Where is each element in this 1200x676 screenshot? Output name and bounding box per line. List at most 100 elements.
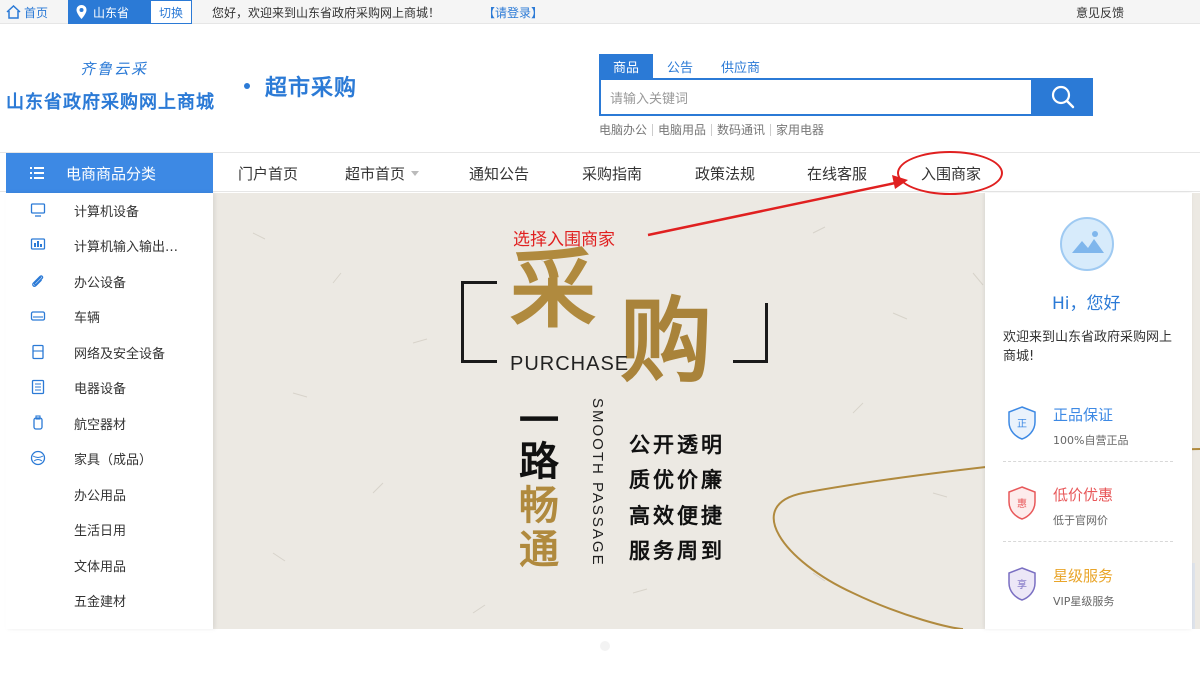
category-label: 网络及安全设备 bbox=[74, 347, 166, 362]
category-label: 家具（成品） bbox=[74, 453, 153, 468]
search-button[interactable] bbox=[1033, 78, 1093, 116]
divider bbox=[1003, 541, 1173, 542]
server-icon bbox=[32, 344, 44, 360]
hot-word[interactable]: 数码通讯 bbox=[712, 124, 772, 136]
nav-market-home[interactable]: 超市首页 bbox=[345, 163, 420, 184]
category-header[interactable]: 电商商品分类 bbox=[6, 153, 213, 193]
category-label: 办公用品 bbox=[74, 489, 127, 504]
category-item[interactable]: 办公用品 bbox=[6, 477, 213, 512]
bracket-right-bottom bbox=[733, 360, 768, 363]
logo-slogan: 齐鲁云采 bbox=[80, 60, 149, 78]
annotation-label: 选择入围商家 bbox=[513, 230, 615, 250]
category-item[interactable]: 文体用品 bbox=[6, 548, 213, 583]
category-item[interactable]: 计算机输入输出… bbox=[6, 228, 213, 263]
search-input[interactable]: 请输入关键词 bbox=[599, 78, 1033, 116]
feature-title: 正品保证 bbox=[1053, 406, 1114, 424]
category-label: 文体用品 bbox=[74, 560, 127, 575]
mountain-icon bbox=[1072, 231, 1104, 253]
home-label: 首页 bbox=[24, 5, 49, 20]
category-item[interactable]: 家具（成品） bbox=[6, 441, 213, 476]
welcome-card: Hi，您好 欢迎来到山东省政府采购网上商城! 正 正品保证 100%自营正品 惠… bbox=[985, 193, 1192, 629]
feature-low-price: 惠 低价优惠 低于官网价 bbox=[1003, 476, 1173, 546]
feature-title: 星级服务 bbox=[1053, 567, 1114, 585]
nav-notices[interactable]: 通知公告 bbox=[469, 163, 529, 184]
bracket-right bbox=[765, 303, 768, 363]
category-item[interactable]: 车辆 bbox=[6, 299, 213, 334]
feature-genuine: 正 正品保证 100%自营正品 bbox=[1003, 396, 1173, 466]
category-label: 计算机设备 bbox=[74, 205, 140, 220]
category-item[interactable]: 生活日用 bbox=[6, 512, 213, 547]
switch-region-button[interactable]: 切换 bbox=[150, 0, 192, 24]
furniture-icon bbox=[30, 450, 46, 466]
bracket-left-bottom bbox=[461, 360, 497, 363]
category-header-label: 电商商品分类 bbox=[66, 164, 157, 183]
appliance-icon bbox=[31, 379, 45, 395]
nav-policy[interactable]: 政策法规 bbox=[695, 163, 755, 184]
nav-market-home-label: 超市首页 bbox=[345, 165, 406, 183]
shield-icon: 正 bbox=[1008, 406, 1036, 440]
svg-text:享: 享 bbox=[1017, 578, 1027, 591]
hot-word[interactable]: 电脑用品 bbox=[653, 124, 713, 136]
banner-char-gou: 购 bbox=[620, 287, 713, 395]
feature-star-service: 享 星级服务 VIP星级服务 bbox=[1003, 557, 1173, 627]
annotation-highlight bbox=[897, 151, 1003, 195]
avatar bbox=[1060, 217, 1114, 271]
nav-portal-home[interactable]: 门户首页 bbox=[238, 163, 298, 184]
hot-word[interactable]: 家用电器 bbox=[771, 124, 829, 136]
list-icon bbox=[30, 167, 44, 179]
nav-guide[interactable]: 采购指南 bbox=[582, 163, 642, 184]
paperclip-icon bbox=[32, 275, 44, 287]
search-tab-supplier[interactable]: 供应商 bbox=[707, 54, 774, 78]
category-item[interactable]: 办公设备 bbox=[6, 264, 213, 299]
hot-words: 电脑办公 电脑用品 数码通讯 家用电器 bbox=[599, 124, 829, 136]
divider bbox=[1003, 461, 1173, 462]
search-icon bbox=[1051, 85, 1075, 109]
feature-sub: 100%自营正品 bbox=[1053, 434, 1129, 447]
feature-sub: 低于官网价 bbox=[1053, 514, 1108, 527]
hot-word[interactable]: 电脑办公 bbox=[599, 124, 654, 136]
logo-sub-title: 超市采购 bbox=[265, 75, 358, 101]
carousel-indicator[interactable] bbox=[600, 641, 610, 651]
location-pin-icon bbox=[76, 5, 87, 19]
greeting: Hi，您好 bbox=[1052, 294, 1121, 314]
svg-text:惠: 惠 bbox=[1017, 497, 1027, 510]
category-label: 车辆 bbox=[74, 311, 101, 326]
nav-online-service[interactable]: 在线客服 bbox=[807, 163, 867, 184]
category-label: 办公设备 bbox=[74, 276, 127, 291]
home-icon bbox=[6, 5, 21, 19]
logo-site-name[interactable]: 山东省政府采购网上商城 bbox=[6, 88, 215, 114]
home-link[interactable]: 首页 bbox=[6, 3, 48, 21]
banner-slogan: 服务周到 bbox=[629, 539, 725, 563]
category-menu: 计算机设备 计算机输入输出… 办公设备 车辆 网络及安全设备 电器设备 航空器材… bbox=[6, 193, 213, 629]
login-link[interactable]: 【请登录】 bbox=[483, 4, 543, 21]
search-tabs: 商品 公告 供应商 bbox=[599, 54, 774, 78]
category-label: 电器设备 bbox=[74, 382, 127, 397]
banner-slogan: 公开透明 bbox=[629, 433, 725, 457]
category-item[interactable]: 电器设备 bbox=[6, 370, 213, 405]
category-item[interactable]: 计算机设备 bbox=[6, 193, 213, 228]
feature-sub: VIP星级服务 bbox=[1053, 595, 1115, 608]
shield-icon: 享 bbox=[1008, 567, 1036, 601]
feedback-link[interactable]: 意见反馈 bbox=[1076, 4, 1124, 21]
shield-icon: 惠 bbox=[1008, 486, 1036, 520]
region-display: 山东省 bbox=[68, 0, 150, 24]
category-label: 计算机输入输出… bbox=[74, 240, 179, 255]
search-tab-goods[interactable]: 商品 bbox=[599, 54, 654, 78]
monitor-icon bbox=[30, 203, 46, 217]
banner-slogan: 高效便捷 bbox=[629, 504, 725, 528]
category-label: 航空器材 bbox=[74, 418, 127, 433]
banner-slogan: 质优价廉 bbox=[629, 468, 725, 492]
category-item[interactable]: 网络及安全设备 bbox=[6, 335, 213, 370]
category-label: 五金建材 bbox=[74, 595, 127, 610]
category-label: 生活日用 bbox=[74, 524, 127, 539]
search-tab-notice[interactable]: 公告 bbox=[653, 54, 707, 78]
chevron-down-icon bbox=[411, 171, 420, 176]
category-item[interactable]: 五金建材 bbox=[6, 583, 213, 618]
io-device-icon bbox=[30, 238, 46, 250]
vehicle-icon bbox=[30, 311, 46, 321]
svg-text:正: 正 bbox=[1017, 419, 1027, 430]
logo-dot bbox=[244, 83, 250, 89]
welcome-message: 欢迎来到山东省政府采购网上商城! bbox=[1003, 330, 1173, 364]
category-item[interactable]: 航空器材 bbox=[6, 406, 213, 441]
region-label: 山东省 bbox=[93, 5, 130, 20]
